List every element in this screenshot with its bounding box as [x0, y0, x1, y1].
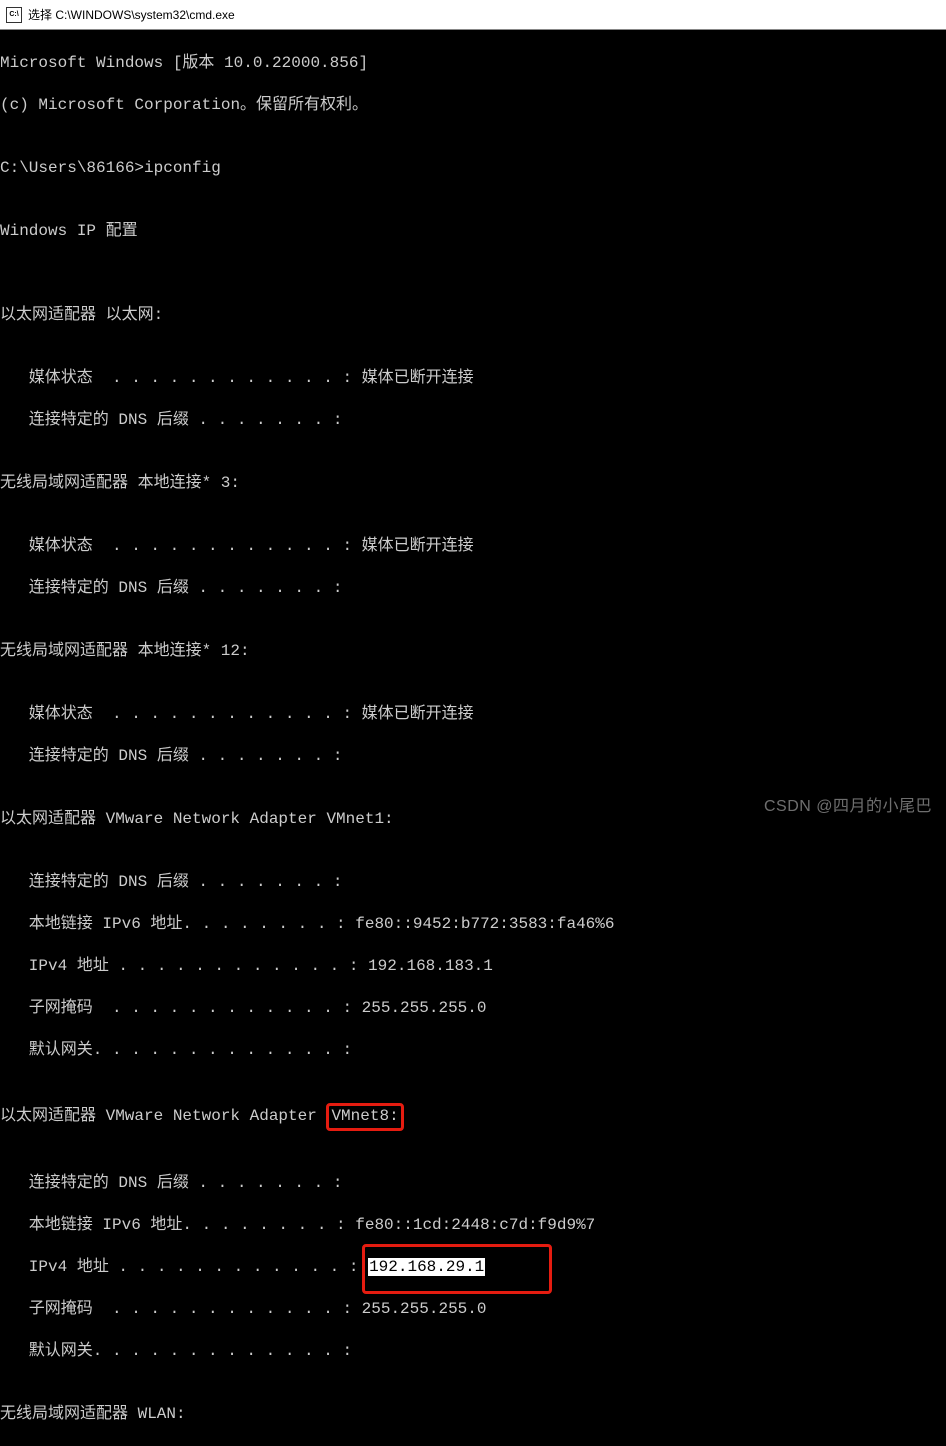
output-line: 媒体状态 . . . . . . . . . . . . : 媒体已断开连接 — [0, 704, 946, 725]
window-title: 选择 C:\WINDOWS\system32\cmd.exe — [28, 6, 235, 23]
output-text: IPv4 地址 . . . . . . . . . . . . : — [0, 1258, 368, 1276]
output-line: 连接特定的 DNS 后缀 . . . . . . . : — [0, 872, 946, 893]
adapter-header-vmnet8: 以太网适配器 VMware Network Adapter VMnet8: — [0, 1103, 946, 1131]
adapter-header: 无线局域网适配器 本地连接* 3: — [0, 473, 946, 494]
output-line: Microsoft Windows [版本 10.0.22000.856] — [0, 53, 946, 74]
cmd-icon: C:\ — [6, 7, 22, 23]
output-line: 连接特定的 DNS 后缀 . . . . . . . : — [0, 578, 946, 599]
output-line: 连接特定的 DNS 后缀 . . . . . . . : — [0, 746, 946, 767]
highlight-vmnet8: VMnet8: — [326, 1103, 403, 1131]
output-line: 本地链接 IPv6 地址. . . . . . . . : fe80::1cd:… — [0, 1215, 946, 1236]
highlight-ipv4-wrap: 192.168.29.1 — [368, 1258, 485, 1276]
output-line: IPv4 地址 . . . . . . . . . . . . : 192.16… — [0, 956, 946, 977]
output-line: 子网掩码 . . . . . . . . . . . . : 255.255.2… — [0, 998, 946, 1019]
output-line: 本地链接 IPv6 地址. . . . . . . . : fe80::9452… — [0, 914, 946, 935]
adapter-header: 无线局域网适配器 WLAN: — [0, 1404, 946, 1425]
prompt-line: C:\Users\86166>ipconfig — [0, 158, 946, 179]
output-line: 媒体状态 . . . . . . . . . . . . : 媒体已断开连接 — [0, 536, 946, 557]
output-line: 连接特定的 DNS 后缀 . . . . . . . : — [0, 1173, 946, 1194]
output-line: 默认网关. . . . . . . . . . . . . : — [0, 1341, 946, 1362]
output-text: 以太网适配器 VMware Network Adapter — [0, 1107, 326, 1125]
output-line: 默认网关. . . . . . . . . . . . . : — [0, 1040, 946, 1061]
adapter-header: 以太网适配器 VMware Network Adapter VMnet1: — [0, 809, 946, 830]
output-line: Windows IP 配置 — [0, 221, 946, 242]
output-line: 媒体状态 . . . . . . . . . . . . : 媒体已断开连接 — [0, 368, 946, 389]
adapter-header: 无线局域网适配器 本地连接* 12: — [0, 641, 946, 662]
highlight-ipv4-value: 192.168.29.1 — [368, 1258, 485, 1276]
output-line: 子网掩码 . . . . . . . . . . . . : 255.255.2… — [0, 1299, 946, 1320]
ipv4-line: IPv4 地址 . . . . . . . . . . . . : 192.16… — [0, 1257, 946, 1278]
terminal-output[interactable]: Microsoft Windows [版本 10.0.22000.856] (c… — [0, 30, 946, 1446]
window-titlebar[interactable]: C:\ 选择 C:\WINDOWS\system32\cmd.exe — [0, 0, 946, 30]
output-line: 连接特定的 DNS 后缀 . . . . . . . : — [0, 410, 946, 431]
adapter-header: 以太网适配器 以太网: — [0, 305, 946, 326]
output-line: (c) Microsoft Corporation。保留所有权利。 — [0, 95, 946, 116]
